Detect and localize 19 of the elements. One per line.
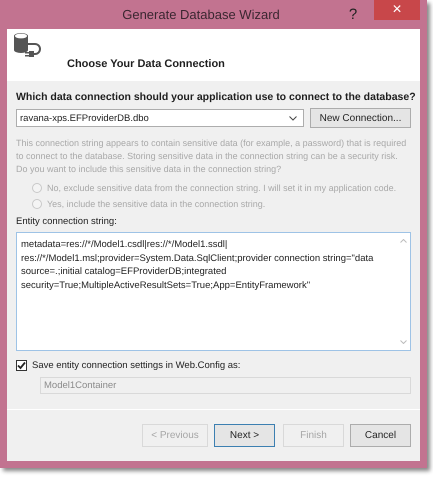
checkmark-icon [17, 361, 26, 370]
scroll-down-icon[interactable] [400, 340, 406, 344]
page-heading: Choose Your Data Connection [67, 58, 225, 70]
wizard-button[interactable]: Next > [214, 424, 275, 447]
new-connection-button[interactable]: New Connection... [310, 108, 411, 128]
radio-label: Yes, include the sensitive data in the connection string. [47, 199, 266, 209]
radio-label: No, exclude sensitive data from the connection string. I will set it in my application code. [47, 183, 396, 193]
help-button[interactable]: ? [342, 6, 364, 23]
sensitive-data-notice: This connection string appears to contain sensitive data (for example, a password) that is required to connect to the database. Storing sensitive data in the connection string can be a security risk. Do you want to include this sensitive data in the connection string? [16, 137, 408, 176]
checkbox-label: Save entity connection settings in Web.Config as: [32, 360, 240, 371]
close-button[interactable]: × [374, 0, 420, 20]
scroll-up-icon[interactable] [400, 239, 406, 243]
wizard-button[interactable]: Cancel [350, 424, 411, 447]
checkbox[interactable] [16, 360, 27, 371]
connection-dropdown[interactable]: ravana-xps.EFProviderDB.dbo [16, 109, 304, 127]
connection-string-field[interactable]: metadata=res://*/Model1.csdl|res://*/Model1.ssdl| res://*/Model1.msl;provider=System.Data.SqlClient;provider connection string="data source=.;initial catalog=EFProviderDB;integrated security=True;MultipleActiveResultSets=True;App=EntityFramework" [16, 232, 411, 351]
entity-connection-label: Entity connection string: [16, 216, 118, 227]
window-title: Generate Database Wizard [121, 7, 281, 22]
chevron-down-icon [289, 116, 297, 120]
